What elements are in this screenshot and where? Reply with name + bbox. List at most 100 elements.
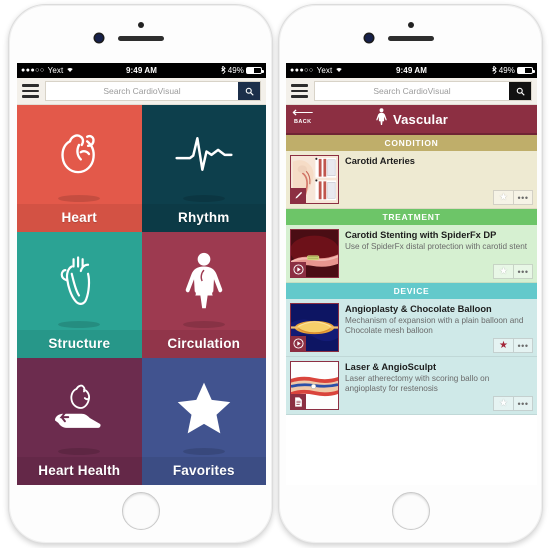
- favorite-star-button[interactable]: ★: [494, 397, 513, 410]
- phone-top-bezel: [9, 5, 272, 63]
- hamburger-menu-icon[interactable]: [22, 84, 39, 98]
- more-options-button[interactable]: •••: [513, 397, 532, 410]
- proximity-sensor-icon: [137, 22, 144, 28]
- earpiece-speaker: [387, 36, 434, 41]
- thumbnail-laser-angiosculpt[interactable]: [290, 361, 339, 410]
- search-input[interactable]: [315, 82, 509, 100]
- star-icon: ★: [499, 192, 508, 203]
- tile-label: Rhythm: [178, 209, 230, 225]
- tile-label: Favorites: [172, 462, 235, 478]
- battery-percent-label: 49%: [227, 66, 244, 75]
- list-item-title: Carotid Stenting with SpiderFx DP: [345, 230, 497, 240]
- list-item[interactable]: Laser & AngioSculpt Laser atherectomy wi…: [286, 357, 537, 415]
- heart-outline-icon: [17, 105, 142, 204]
- tile-label: Structure: [48, 336, 111, 352]
- status-bar-left: ●●●○○ Yext: [21, 66, 126, 75]
- ecg-waveform-icon: [142, 105, 267, 204]
- category-title: Vascular: [392, 111, 449, 127]
- favorite-star-button[interactable]: ★: [494, 339, 513, 352]
- front-camera-icon: [94, 34, 103, 42]
- hamburger-menu-icon[interactable]: [291, 84, 308, 98]
- bluetooth-icon: [491, 65, 497, 76]
- more-options-button[interactable]: •••: [513, 265, 532, 278]
- star-icon: ★: [499, 266, 508, 277]
- tile-rhythm[interactable]: Rhythm: [141, 105, 267, 232]
- thumbnail-balloon-angioplasty[interactable]: [290, 303, 339, 352]
- wifi-icon: [66, 66, 74, 75]
- search-field-wrapper[interactable]: [314, 81, 532, 101]
- list-item[interactable]: Carotid Stenting with SpiderFx DP Use of…: [286, 225, 537, 283]
- status-bar-right: 49%: [427, 65, 535, 76]
- more-options-button[interactable]: •••: [513, 191, 532, 204]
- bluetooth-icon: [220, 65, 226, 76]
- search-input[interactable]: [46, 82, 238, 100]
- clock-label: 9:49 AM: [125, 66, 158, 75]
- more-options-icon: •••: [517, 266, 529, 277]
- search-button[interactable]: [238, 82, 260, 100]
- home-button[interactable]: [391, 492, 430, 530]
- battery-icon: [246, 67, 264, 74]
- thumbnail-carotid-stent[interactable]: [290, 229, 339, 278]
- section-label: DEVICE: [393, 286, 430, 296]
- list-item[interactable]: Angioplasty & Chocolate Balloon Mechanis…: [286, 299, 537, 357]
- battery-icon: [517, 67, 535, 74]
- front-camera-icon: [364, 34, 373, 42]
- home-screen: ●●●○○ Yext 9:49 AM 49% Search CardioVisu…: [17, 63, 266, 485]
- thumbnail-carotid-anatomy[interactable]: [290, 155, 339, 204]
- category-header: ⟵ BACK Vascular: [286, 105, 537, 135]
- body-vascular-icon: [375, 108, 388, 130]
- phone-top-bezel: [279, 5, 542, 63]
- tile-structure[interactable]: Structure: [17, 231, 142, 359]
- list-item-actions: ★ •••: [493, 396, 533, 411]
- tile-icon-shadow: [182, 194, 225, 202]
- tile-label: Heart Health: [38, 462, 121, 478]
- category-screen: ●●●○○ Yext 9:49 AM 49% Search CardioVisu…: [286, 63, 537, 485]
- section-header-condition: CONDITION: [286, 135, 537, 151]
- search-icon: [516, 87, 525, 96]
- favorite-star-button[interactable]: ★: [494, 191, 513, 204]
- wifi-icon: [335, 66, 343, 75]
- search-button[interactable]: [509, 82, 531, 100]
- tile-heart-health[interactable]: Heart Health: [17, 358, 142, 485]
- home-button[interactable]: [121, 492, 160, 530]
- clock-label: 9:49 AM: [395, 66, 428, 75]
- section-label: TREATMENT: [382, 212, 441, 222]
- status-bar: ●●●○○ Yext 9:49 AM 49%: [17, 63, 266, 78]
- body-circulation-icon: [142, 232, 267, 331]
- category-tile-grid: Heart Rhythm Structure Circulation Heart…: [17, 105, 266, 485]
- battery-percent-label: 49%: [498, 66, 515, 75]
- tile-circulation[interactable]: Circulation: [141, 231, 267, 359]
- heart-anatomy-icon: [17, 232, 142, 331]
- list-item-actions: ★ •••: [493, 264, 533, 279]
- star-icon: [142, 358, 267, 457]
- play-icon: [291, 262, 306, 277]
- signal-strength-icon: ●●●○○: [290, 67, 314, 74]
- tile-label: Heart: [61, 209, 97, 225]
- search-field-wrapper[interactable]: [45, 81, 261, 101]
- list-item-title: Carotid Arteries: [345, 156, 415, 166]
- list-item-title: Angioplasty & Chocolate Balloon: [345, 304, 492, 314]
- phone-left: ●●●○○ Yext 9:49 AM 49% Search CardioVisu…: [8, 4, 273, 544]
- section-label: CONDITION: [384, 138, 439, 148]
- search-icon: [245, 87, 254, 96]
- tile-icon-shadow: [58, 194, 101, 202]
- status-bar-right: 49%: [157, 65, 264, 76]
- document-icon: [291, 394, 306, 409]
- list-item-actions: ★ •••: [493, 338, 533, 353]
- tile-favorites[interactable]: Favorites: [141, 358, 267, 485]
- signal-strength-icon: ●●●○○: [21, 67, 45, 74]
- more-options-button[interactable]: •••: [513, 339, 532, 352]
- list-item-subtitle: Mechanism of expansion with a plain ball…: [345, 315, 524, 335]
- tile-icon-shadow: [58, 447, 101, 455]
- phone-right: ●●●○○ Yext 9:49 AM 49% Search CardioVisu…: [278, 4, 543, 544]
- section-header-treatment: TREATMENT: [286, 209, 537, 225]
- tile-icon-shadow: [182, 447, 225, 455]
- list-item[interactable]: Carotid Arteries ★ •••: [286, 151, 537, 209]
- back-arrow-icon: ⟵: [292, 104, 314, 121]
- back-button[interactable]: ⟵ BACK: [292, 104, 314, 126]
- tile-heart[interactable]: Heart: [17, 105, 142, 232]
- favorite-star-button[interactable]: ★: [494, 265, 513, 278]
- earpiece-speaker: [117, 36, 164, 41]
- star-icon: ★: [499, 398, 508, 409]
- status-bar: ●●●○○ Yext 9:49 AM 49%: [286, 63, 537, 78]
